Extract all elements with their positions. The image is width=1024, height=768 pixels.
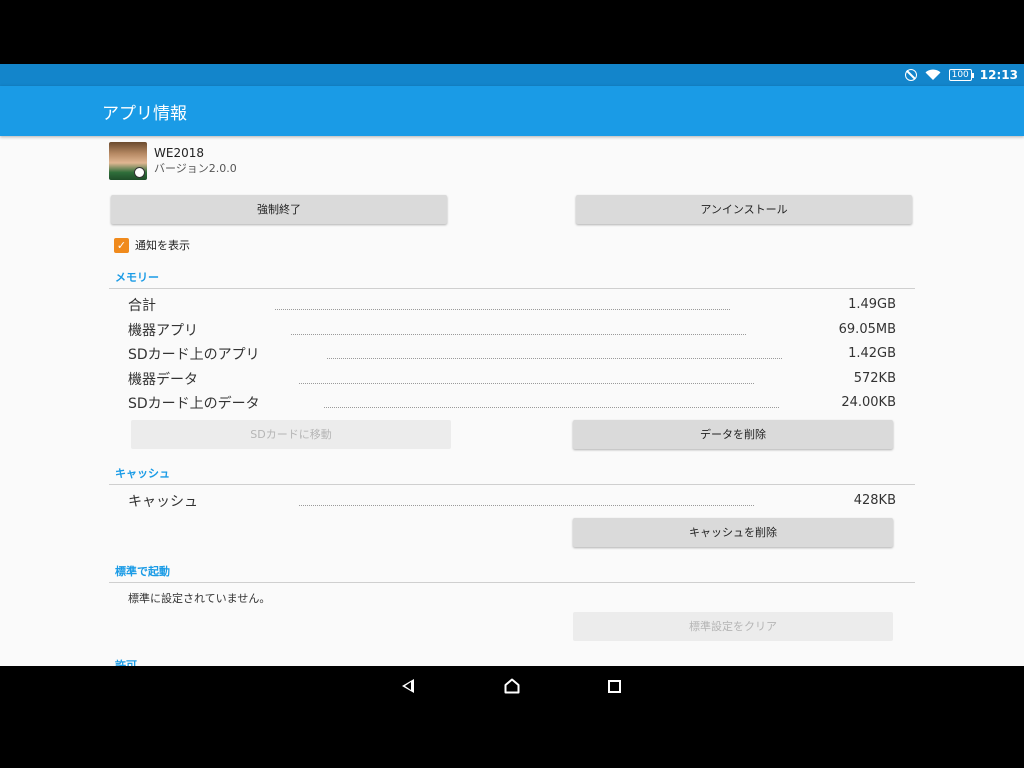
wifi-icon <box>925 69 941 80</box>
cache-row: キャッシュ 428KB <box>128 491 896 511</box>
clear-cache-button[interactable]: キャッシュを削除 <box>573 518 893 547</box>
home-icon[interactable] <box>504 678 520 694</box>
memory-row-label: 合計 <box>128 298 156 314</box>
dotted-leader <box>291 334 746 335</box>
cache-divider <box>109 484 915 485</box>
memory-row-value: 572KB <box>853 371 896 386</box>
app-version: バージョン2.0.0 <box>154 162 237 175</box>
app-name: WE2018 <box>154 146 204 160</box>
memory-row-value: 1.42GB <box>848 346 896 361</box>
top-black-bar <box>0 0 1024 64</box>
app-header: WE2018 バージョン2.0.0 <box>109 142 237 180</box>
app-icon <box>109 142 147 180</box>
cache-section-header: キャッシュ <box>115 467 170 480</box>
force-stop-button[interactable]: 強制終了 <box>111 195 447 224</box>
memory-row-total: 合計 1.49GB <box>128 295 896 315</box>
memory-row-sd-data: SDカード上のデータ 24.00KB <box>128 393 896 413</box>
clear-defaults-button[interactable]: 標準設定をクリア <box>573 612 893 641</box>
move-to-sd-button[interactable]: SDカードに移動 <box>131 420 451 449</box>
memory-row-label: SDカード上のデータ <box>128 396 260 412</box>
app-bar: アプリ情報 <box>0 86 1024 136</box>
memory-row-value: 24.00KB <box>841 395 896 410</box>
memory-row-label: SDカード上のアプリ <box>128 347 260 363</box>
dotted-leader <box>275 309 730 310</box>
app-info-content[interactable]: WE2018 バージョン2.0.0 強制終了 アンインストール ✓ 通知を表示 … <box>0 136 1024 666</box>
status-icons: 100 12:13 <box>904 67 1018 83</box>
back-icon[interactable] <box>402 679 414 693</box>
dotted-leader <box>299 505 754 506</box>
show-notifications-label: 通知を表示 <box>135 239 190 252</box>
dotted-leader <box>327 358 782 359</box>
dotted-leader <box>299 383 754 384</box>
dotted-leader <box>324 407 779 408</box>
show-notifications-toggle[interactable]: ✓ 通知を表示 <box>114 237 190 253</box>
status-bar: 100 12:13 <box>0 64 1024 86</box>
launch-default-divider <box>109 582 915 583</box>
battery-icon: 100 <box>948 69 975 81</box>
memory-row-device-data: 機器データ 572KB <box>128 369 896 389</box>
permissions-section-header: 許可 <box>115 659 137 666</box>
memory-row-value: 1.49GB <box>848 297 896 312</box>
memory-row-label: 機器アプリ <box>128 323 198 339</box>
memory-row-value: 69.05MB <box>838 322 896 337</box>
launch-default-section-header: 標準で起動 <box>115 565 170 578</box>
memory-row-label: 機器データ <box>128 372 198 388</box>
memory-row-sd-app: SDカード上のアプリ 1.42GB <box>128 344 896 364</box>
navigation-bar <box>0 666 1024 768</box>
recent-apps-icon[interactable] <box>608 680 621 693</box>
memory-divider <box>109 288 915 289</box>
memory-section-header: メモリー <box>115 271 159 284</box>
checkbox-checked-icon[interactable]: ✓ <box>114 237 129 253</box>
cache-row-value: 428KB <box>853 493 896 508</box>
clear-data-button[interactable]: データを削除 <box>573 420 893 449</box>
do-not-disturb-icon <box>904 69 917 81</box>
uninstall-button[interactable]: アンインストール <box>576 195 912 224</box>
app-text: WE2018 バージョン2.0.0 <box>154 145 237 177</box>
status-clock: 12:13 <box>979 68 1018 82</box>
launch-default-text: 標準に設定されていません。 <box>128 592 271 605</box>
cache-row-label: キャッシュ <box>128 494 198 510</box>
page-title: アプリ情報 <box>102 104 187 124</box>
memory-row-device-app: 機器アプリ 69.05MB <box>128 320 896 340</box>
